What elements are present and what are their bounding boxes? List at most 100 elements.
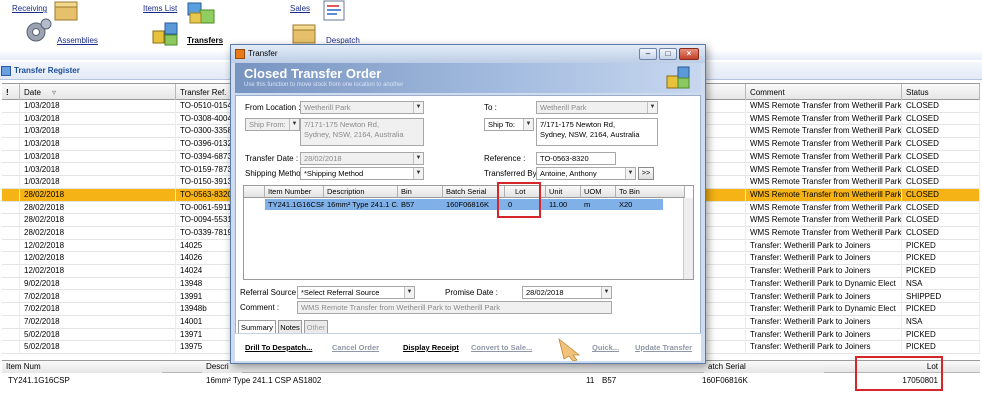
row-flag [2, 277, 20, 291]
col-flag-header[interactable]: ! [2, 84, 20, 101]
transfers-cubes-icon[interactable] [150, 20, 182, 48]
row-comment: WMS Remote Transfer from Wetherill Park … [746, 201, 902, 215]
items-list-cubes-icon[interactable] [184, 0, 218, 26]
sort-funnel-icon[interactable]: ▿ [52, 84, 56, 101]
chevron-down-icon: ▼ [647, 102, 657, 113]
update-transfer-link[interactable]: Update Transfer [635, 343, 692, 352]
lines-scrollbar[interactable] [683, 198, 693, 279]
row-status: PICKED [902, 303, 980, 316]
row-status: PICKED [902, 252, 980, 266]
row-status: CLOSED [902, 138, 980, 151]
lines-corner-header [244, 186, 265, 198]
ship-from-select[interactable]: Ship From: ▼ [245, 118, 300, 131]
lines-col-unit[interactable]: Unit [546, 186, 581, 198]
chevron-down-icon: ▼ [523, 119, 533, 130]
lines-col-item-number[interactable]: Item Number [265, 186, 324, 198]
row-comment: WMS Remote Transfer from Wetherill Park … [746, 163, 902, 177]
drill-to-despatch-link[interactable]: Drill To Despatch... [245, 343, 312, 352]
row-status: PICKED [902, 265, 980, 278]
nav-transfers[interactable]: Transfers [187, 36, 223, 45]
cancel-order-link[interactable]: Cancel Order [332, 343, 379, 352]
row-date: 1/03/2018 [20, 100, 176, 113]
col-date-header[interactable]: Date ▿ [20, 84, 176, 101]
row-status: SHIPPED [902, 290, 980, 304]
reference-field[interactable]: TO-0563-8320 [536, 152, 616, 165]
from-location-select[interactable]: Wetherill Park ▼ [300, 101, 424, 114]
row-flag [2, 201, 20, 215]
row-date: 7/02/2018 [20, 303, 176, 316]
lines-col-batch-serial[interactable]: Batch Serial [443, 186, 505, 198]
row-comment: Transfer: Wetherill Park to Joiners [746, 290, 902, 304]
dialog-titlebar[interactable]: Transfer – □ × [231, 45, 705, 63]
lines-col-uom[interactable]: UOM [581, 186, 616, 198]
nav-receiving[interactable]: Receiving [12, 4, 47, 13]
row-status: NSA [902, 315, 980, 329]
transferred-by-label: Transferred By : [484, 169, 542, 178]
tab-notes[interactable]: Notes [278, 320, 302, 334]
lines-col-description[interactable]: Description [324, 186, 398, 198]
ship-to-address-line-2: Sydney, NSW, 2164, Australia [540, 130, 640, 139]
row-flag [2, 188, 20, 202]
row-flag [2, 112, 20, 126]
row-comment: WMS Remote Transfer from Wetherill Park … [746, 138, 902, 151]
col-status-header[interactable]: Status [902, 84, 980, 101]
minimize-icon[interactable]: – [639, 48, 657, 60]
promise-date-field[interactable]: 28/02/2018 ▼ [522, 286, 612, 299]
transferred-by-select[interactable]: Antoine, Anthony ▼ [536, 167, 636, 180]
despatch-box-icon[interactable] [290, 20, 322, 46]
assemblies-gear-icon[interactable] [22, 16, 54, 46]
banner-subtitle: Use this function to move stock from one… [244, 82, 404, 88]
row-flag [2, 239, 20, 253]
row-date: 28/02/2018 [20, 188, 176, 202]
nav-sales[interactable]: Sales [290, 4, 310, 13]
sales-document-icon[interactable] [320, 0, 350, 22]
ship-from-address[interactable]: 7/171-175 Newton Rd, Sydney, NSW, 2164, … [300, 118, 424, 146]
line-bin: B57 [401, 200, 415, 209]
row-comment: WMS Remote Transfer from Wetherill Park … [746, 125, 902, 139]
display-receipt-link[interactable]: Display Receipt [403, 343, 459, 352]
ship-from-label: Ship From: [249, 120, 286, 129]
ship-to-address[interactable]: 7/171-175 Newton Rd, Sydney, NSW, 2164, … [536, 118, 658, 146]
row-comment: WMS Remote Transfer from Wetherill Park … [746, 100, 902, 113]
line-uom: m [584, 200, 591, 209]
promise-date-value: 28/02/2018 [526, 288, 564, 297]
transfer-lines-table[interactable]: Item Number Description Bin Batch Serial… [243, 185, 694, 280]
detail-grid[interactable]: Item Num Descri atch Serial Lot TY241.1G… [2, 360, 980, 392]
chevron-down-icon: ▼ [289, 119, 299, 130]
comment-field[interactable]: WMS Remote Transfer from Wetherill Park … [297, 301, 612, 314]
row-comment: WMS Remote Transfer from Wetherill Park … [746, 214, 902, 227]
row-comment: WMS Remote Transfer from Wetherill Park … [746, 150, 902, 164]
detail-col-item-num[interactable]: Item Num [2, 361, 162, 373]
chevron-down-icon: ▼ [413, 102, 423, 113]
quick-link[interactable]: Quick... [592, 343, 619, 352]
convert-to-sale-link[interactable]: Convert to Sale... [471, 343, 532, 352]
maximize-icon[interactable]: □ [659, 48, 677, 60]
nav-assemblies[interactable]: Assemblies [57, 36, 98, 45]
transfer-dialog: Transfer – □ × Closed Transfer Order Use… [230, 44, 706, 364]
row-flag [2, 163, 20, 177]
register-grid-icon [1, 66, 11, 76]
tab-other[interactable]: Other [304, 320, 328, 334]
to-location-select[interactable]: Wetherill Park ▼ [536, 101, 658, 114]
lines-col-to-bin[interactable]: To Bin [616, 186, 685, 198]
banner-title: Closed Transfer Order [244, 66, 382, 81]
transfer-date-field[interactable]: 28/02/2018 ▼ [300, 152, 424, 165]
transfer-date-label: Transfer Date : [245, 154, 299, 163]
lines-col-bin[interactable]: Bin [398, 186, 443, 198]
shipping-method-select[interactable]: *Shipping Method ▼ [300, 167, 424, 180]
nav-items-list[interactable]: Items List [143, 4, 177, 13]
close-icon[interactable]: × [679, 48, 699, 60]
more-button[interactable]: >> [638, 167, 654, 180]
row-comment: WMS Remote Transfer from Wetherill Park … [746, 188, 902, 202]
detail-col-batch-serial[interactable]: atch Serial [704, 361, 824, 373]
receiving-box-icon[interactable] [52, 0, 82, 22]
referral-source-label: Referral Source : [240, 288, 301, 297]
tab-summary[interactable]: Summary [238, 320, 276, 334]
referral-source-select[interactable]: *Select Referral Source ▼ [297, 286, 415, 299]
row-comment: Transfer: Wetherill Park to Joiners [746, 315, 902, 329]
ship-to-address-line-1: 7/171-175 Newton Rd, [540, 120, 616, 129]
promise-date-label: Promise Date : [445, 288, 498, 297]
col-comment-header[interactable]: Comment [746, 84, 902, 101]
ship-to-select[interactable]: Ship To: ▼ [484, 118, 534, 131]
row-status: PICKED [902, 328, 980, 342]
